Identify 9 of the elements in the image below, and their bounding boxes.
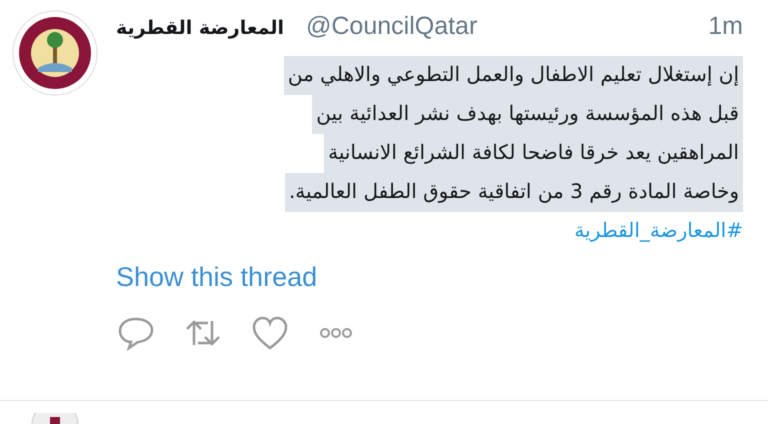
author-handle[interactable]: @CouncilQatar <box>306 12 478 41</box>
reply-icon[interactable] <box>116 315 156 351</box>
tweet-time[interactable]: 1m <box>708 12 743 41</box>
like-icon[interactable] <box>250 315 290 351</box>
hashtag-link[interactable]: #المعارضة_القطرية <box>574 218 743 242</box>
author-name[interactable]: المعارضة القطرية <box>116 17 284 39</box>
avatar[interactable] <box>30 413 80 424</box>
show-thread-link[interactable]: Show this thread <box>116 262 318 293</box>
avatar[interactable] <box>12 10 98 96</box>
